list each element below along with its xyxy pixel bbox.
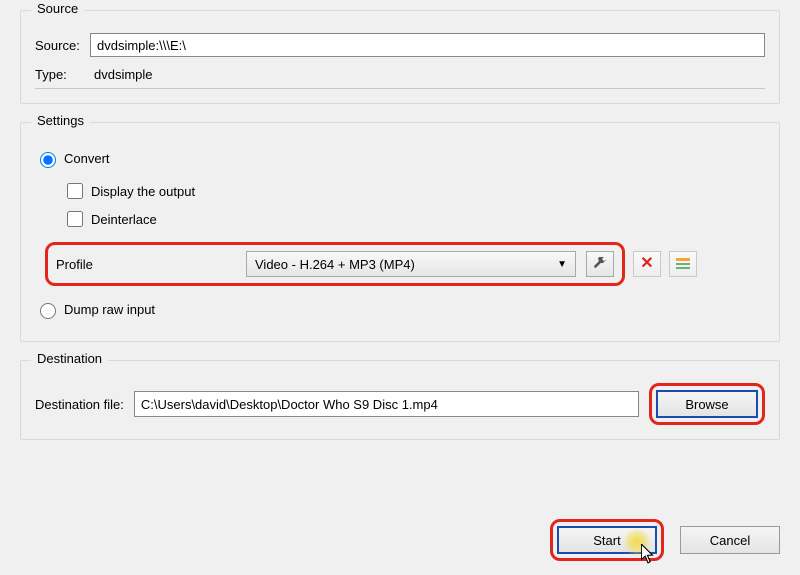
close-x-icon: ✕ (640, 256, 653, 272)
start-button-label: Start (593, 533, 620, 548)
source-label: Source: (35, 38, 90, 53)
start-button[interactable]: Start (557, 526, 657, 554)
dump-radio[interactable] (40, 303, 56, 319)
browse-highlight: Browse (649, 383, 765, 425)
display-output-row[interactable]: Display the output (63, 180, 765, 202)
cancel-button[interactable]: Cancel (680, 526, 780, 554)
start-highlight: Start (550, 519, 664, 561)
edit-profile-button[interactable] (586, 251, 614, 277)
dialog-button-bar: Start Cancel (550, 519, 780, 561)
convert-radio[interactable] (40, 152, 56, 168)
profile-selected-value: Video - H.264 + MP3 (MP4) (255, 257, 415, 272)
profile-row: Profile Video - H.264 + MP3 (MP4) ▼ ✕ (45, 242, 765, 286)
convert-dialog: Source Source: Type: dvdsimple Settings … (0, 0, 800, 575)
type-value: dvdsimple (90, 67, 153, 82)
chevron-down-icon: ▼ (557, 259, 567, 270)
settings-group: Settings Convert Display the output Dein… (20, 122, 780, 342)
display-output-label: Display the output (91, 184, 195, 199)
new-profile-button[interactable] (669, 251, 697, 277)
destination-group-title: Destination (31, 351, 108, 366)
profile-highlight: Profile Video - H.264 + MP3 (MP4) ▼ (45, 242, 625, 286)
wrench-icon (593, 257, 607, 271)
deinterlace-checkbox[interactable] (67, 211, 83, 227)
source-group: Source Source: Type: dvdsimple (20, 10, 780, 104)
delete-profile-button[interactable]: ✕ (633, 251, 661, 277)
source-group-title: Source (31, 1, 84, 16)
destination-file-input[interactable] (134, 391, 639, 417)
source-input[interactable] (90, 33, 765, 57)
convert-radio-row[interactable]: Convert (35, 149, 765, 168)
dump-radio-row[interactable]: Dump raw input (35, 300, 765, 319)
settings-group-title: Settings (31, 113, 90, 128)
convert-options: Display the output Deinterlace (63, 180, 765, 230)
list-new-icon (676, 258, 690, 270)
click-glow (623, 528, 651, 556)
display-output-checkbox[interactable] (67, 183, 83, 199)
deinterlace-label: Deinterlace (91, 212, 157, 227)
cursor-icon (641, 544, 655, 564)
type-label: Type: (35, 67, 90, 82)
destination-group: Destination Destination file: Browse (20, 360, 780, 440)
convert-radio-label: Convert (64, 151, 110, 166)
dump-radio-label: Dump raw input (64, 302, 155, 317)
profile-label: Profile (56, 257, 236, 272)
browse-button[interactable]: Browse (656, 390, 758, 418)
destination-file-label: Destination file: (35, 397, 124, 412)
profile-select[interactable]: Video - H.264 + MP3 (MP4) ▼ (246, 251, 576, 277)
deinterlace-row[interactable]: Deinterlace (63, 208, 765, 230)
